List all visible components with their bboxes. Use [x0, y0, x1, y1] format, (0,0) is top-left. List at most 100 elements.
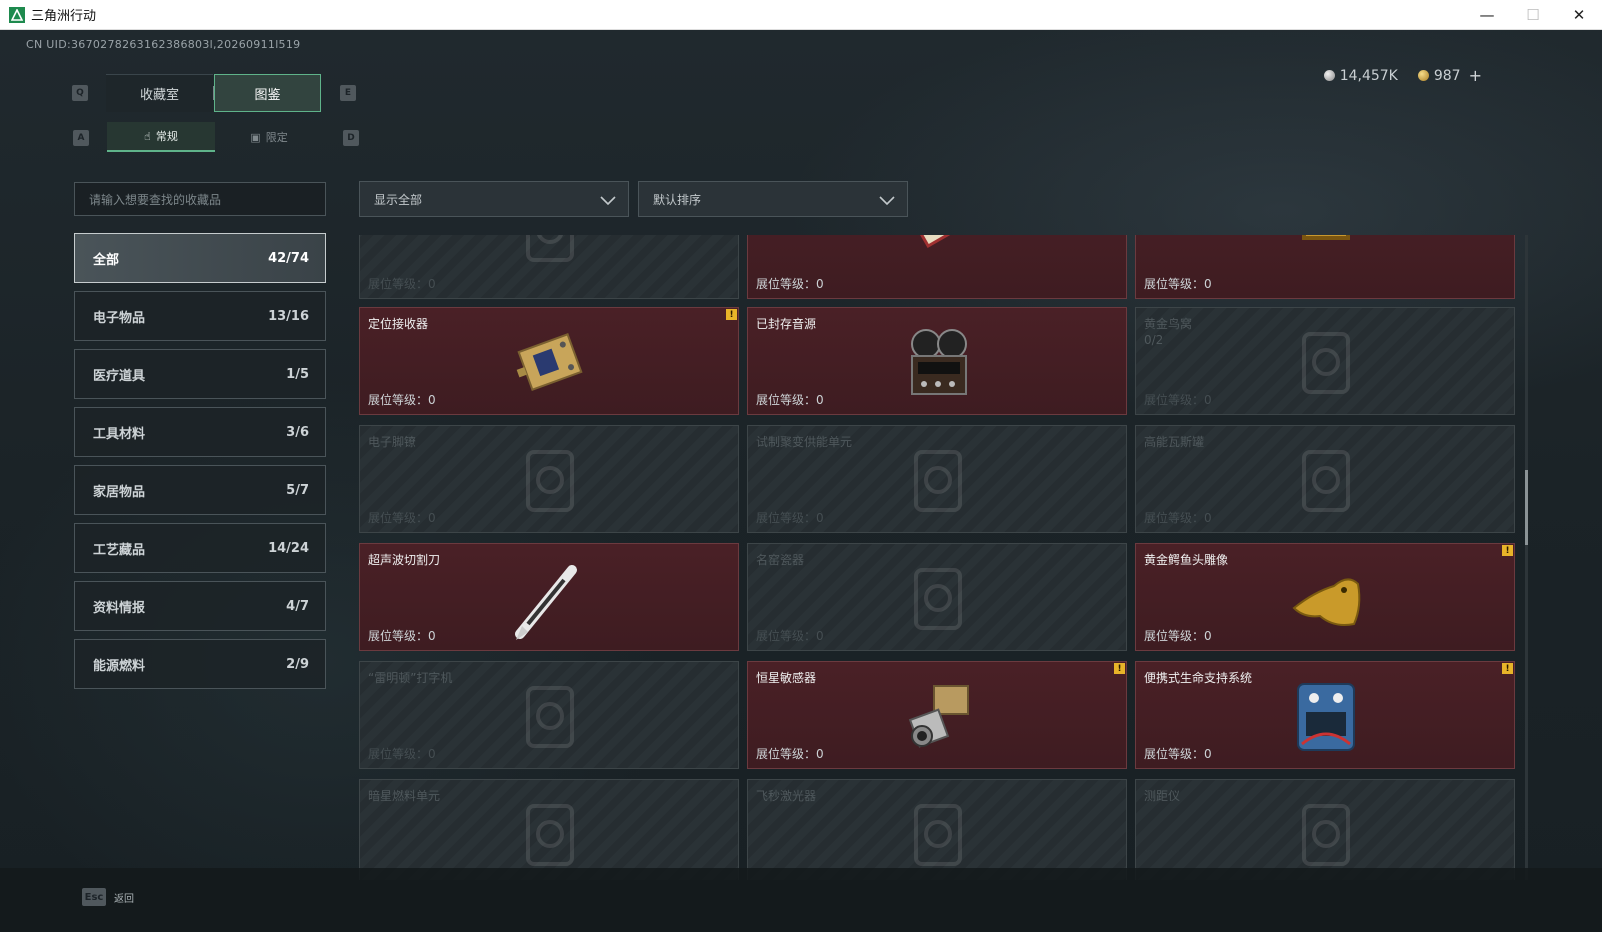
collection-item-card[interactable]: 展位等级：0 — [1135, 235, 1515, 299]
minimize-button[interactable]: — — [1464, 0, 1510, 30]
item-name: 已封存音源 — [756, 317, 817, 331]
collection-item-card[interactable]: 黄金鳄鱼头雕像 展位等级：0! — [1135, 543, 1515, 651]
level-value: 0 — [816, 393, 824, 407]
level-value: 0 — [1204, 747, 1212, 761]
collection-item-card[interactable]: “雷明顿”打字机 展位等级：0 — [359, 661, 739, 769]
item-progress: 0/2 — [1144, 333, 1164, 347]
tab-collection-room[interactable]: 收藏室 — [106, 74, 213, 112]
collection-item-card[interactable]: 超声波切割刀 展位等级：0 — [359, 543, 739, 651]
tab-catalog[interactable]: 图鉴 — [214, 74, 321, 112]
category-count: 2/9 — [286, 656, 309, 672]
locked-item-silhouette — [896, 556, 980, 640]
window-title: 三角洲行动 — [31, 9, 97, 24]
level-label: 展位等级： — [1144, 277, 1205, 291]
collection-item-card[interactable]: 飞秒激光器 — [747, 779, 1127, 880]
item-display-level: 展位等级：0 — [368, 391, 436, 408]
item-name: 黄金鸟窝 — [1144, 317, 1193, 331]
item-image — [896, 320, 980, 404]
key-hint-a[interactable]: A — [73, 130, 89, 146]
category-count: 14/24 — [268, 540, 309, 556]
collection-item-card[interactable]: 高能瓦斯罐 展位等级：0 — [1135, 425, 1515, 533]
level-label: 展位等级： — [368, 747, 429, 761]
level-value: 0 — [816, 629, 824, 643]
subtab-regular[interactable]: ☝ 常规 — [107, 122, 215, 152]
collection-item-card[interactable]: 黄金鸟窝 0/2 展位等级：0 — [1135, 307, 1515, 415]
category-list: 全部 42/74 电子物品 13/16 医疗道具 1/5 工具材料 3/6 家居… — [74, 233, 326, 697]
item-name: 便携式生命支持系统 — [1144, 671, 1253, 685]
item-display-level: 展位等级：0 — [756, 627, 824, 644]
grid-scrollbar[interactable] — [1525, 235, 1528, 880]
collection-item-card[interactable]: 恒星敏感器 展位等级：0! — [747, 661, 1127, 769]
level-value: 0 — [428, 393, 436, 407]
item-display-level: 展位等级：0 — [1144, 745, 1212, 762]
collection-item-card[interactable]: 展位等级：0 — [747, 235, 1127, 299]
gold-currency: 987 + — [1417, 66, 1482, 85]
new-alert-badge: ! — [1502, 545, 1513, 556]
item-display-level: 展位等级：0 — [756, 745, 824, 762]
category-medical[interactable]: 医疗道具 1/5 — [74, 349, 326, 399]
key-hint-d[interactable]: D — [343, 130, 359, 146]
item-display-level: 展位等级：0 — [1144, 509, 1212, 526]
level-label: 展位等级： — [368, 277, 429, 291]
subtab-regular-label: 常规 — [155, 130, 178, 143]
new-alert-badge: ! — [1114, 663, 1125, 674]
level-value: 0 — [816, 511, 824, 525]
category-label: 工艺藏品 — [93, 542, 146, 558]
collection-item-card[interactable]: 名窑瓷器 展位等级：0 — [747, 543, 1127, 651]
level-label: 展位等级： — [368, 629, 429, 643]
category-electronics[interactable]: 电子物品 13/16 — [74, 291, 326, 341]
category-count: 3/6 — [286, 424, 309, 440]
locked-item-silhouette — [508, 235, 592, 272]
collection-item-card[interactable]: 展位等级：0 — [359, 235, 739, 299]
category-label: 资料情报 — [93, 600, 146, 616]
silver-currency: 14,457K — [1323, 68, 1398, 84]
key-hint-q[interactable]: Q — [72, 85, 88, 101]
item-name: 测距仪 — [1144, 789, 1181, 803]
collection-item-card[interactable]: 电子脚镣 展位等级：0 — [359, 425, 739, 533]
collection-item-card[interactable]: 试制聚变供能单元 展位等级：0 — [747, 425, 1127, 533]
category-household[interactable]: 家居物品 5/7 — [74, 465, 326, 515]
item-name: 定位接收器 — [368, 317, 429, 331]
scroll-thumb[interactable] — [1525, 470, 1528, 545]
close-button[interactable]: ✕ — [1556, 0, 1602, 30]
collection-item-card[interactable]: 已封存音源 展位等级：0 — [747, 307, 1127, 415]
category-label: 全部 — [93, 252, 120, 268]
category-all[interactable]: 全部 42/74 — [74, 233, 326, 283]
level-value: 0 — [816, 277, 824, 291]
search-input[interactable]: 请输入想要查找的收藏品 — [74, 182, 326, 216]
subtab-limited[interactable]: ▣ 限定 — [215, 122, 323, 152]
category-energy[interactable]: 能源燃料 2/9 — [74, 639, 326, 689]
item-image — [1284, 674, 1368, 758]
category-label: 工具材料 — [93, 426, 146, 442]
category-tools[interactable]: 工具材料 3/6 — [74, 407, 326, 457]
esc-key-hint[interactable]: Esc — [82, 888, 106, 906]
maximize-button[interactable]: ☐ — [1510, 0, 1556, 30]
sort-dropdown[interactable]: 默认排序 — [638, 181, 908, 217]
item-display-level: 展位等级：0 — [368, 509, 436, 526]
level-label: 展位等级： — [1144, 511, 1205, 525]
category-intel[interactable]: 资料情报 4/7 — [74, 581, 326, 631]
filter-show-dropdown[interactable]: 显示全部 — [359, 181, 629, 217]
window-titlebar: 三角洲行动 — ☐ ✕ — [0, 0, 1602, 30]
level-value: 0 — [1204, 511, 1212, 525]
locked-item-silhouette — [508, 674, 592, 758]
item-name: “雷明顿”打字机 — [368, 671, 453, 685]
collection-item-card[interactable]: 测距仪 — [1135, 779, 1515, 880]
level-value: 0 — [1204, 629, 1212, 643]
key-hint-e[interactable]: E — [340, 85, 356, 101]
back-label[interactable]: 返回 — [114, 890, 134, 905]
item-name: 超声波切割刀 — [368, 553, 441, 567]
level-value: 0 — [428, 511, 436, 525]
gold-coin-icon — [1417, 70, 1429, 81]
collection-item-card[interactable]: 暗星燃料单元 — [359, 779, 739, 880]
add-currency-button[interactable]: + — [1469, 66, 1482, 85]
sort-value: 默认排序 — [653, 192, 702, 207]
category-label: 医疗道具 — [93, 368, 146, 384]
collection-item-card[interactable]: 定位接收器 展位等级：0! — [359, 307, 739, 415]
level-label: 展位等级： — [368, 393, 429, 407]
category-crafts[interactable]: 工艺藏品 14/24 — [74, 523, 326, 573]
level-label: 展位等级： — [1144, 747, 1205, 761]
main-tabs: 收藏室 图鉴 — [106, 74, 321, 112]
collection-item-card[interactable]: 便携式生命支持系统 展位等级：0! — [1135, 661, 1515, 769]
locked-item-silhouette — [896, 438, 980, 522]
